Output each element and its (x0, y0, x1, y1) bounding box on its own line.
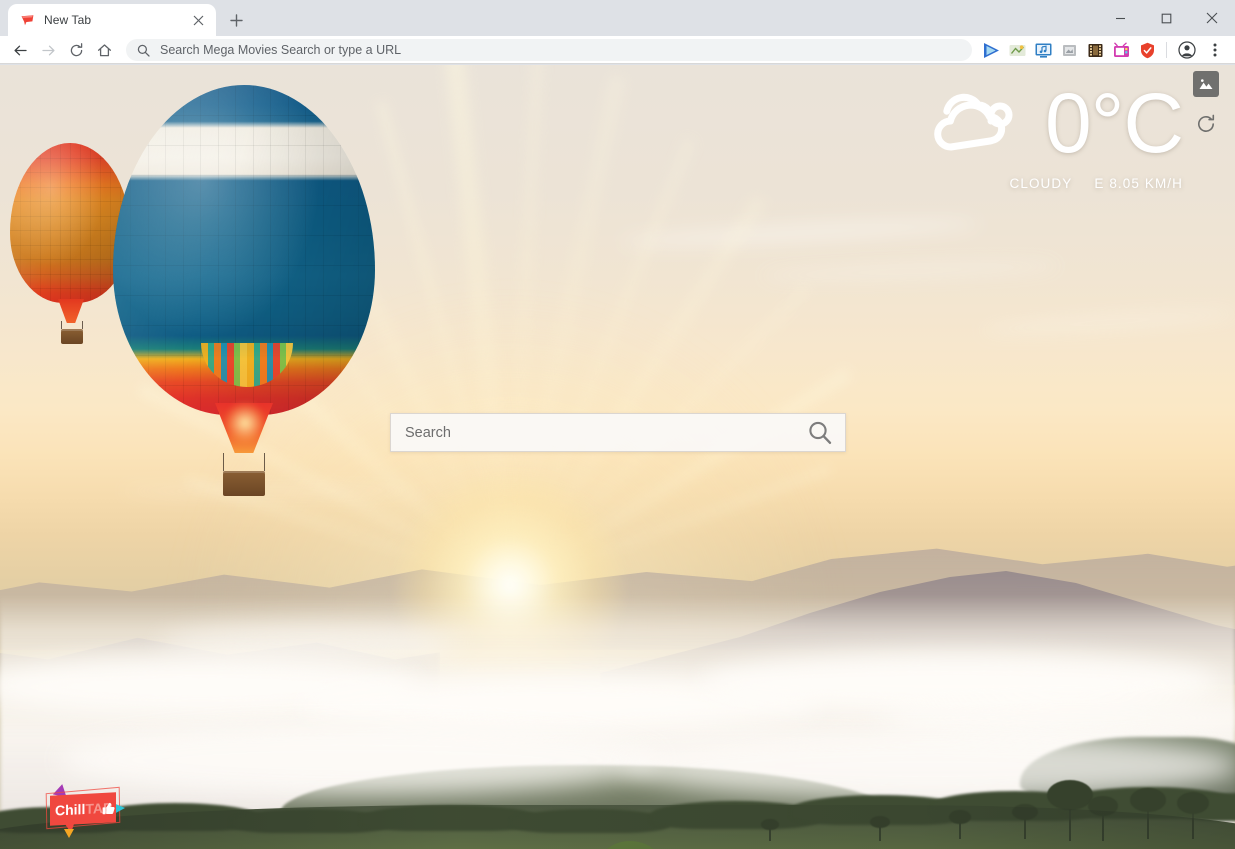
close-button[interactable] (1189, 2, 1235, 34)
close-icon[interactable] (188, 10, 208, 30)
back-arrow-icon[interactable] (6, 36, 34, 64)
new-tab-page: 0°C CLOUDY E 8.05 KM/H Search ChillTAB (0, 65, 1235, 849)
weather-main-row: 0°C (927, 85, 1183, 162)
profile-avatar-icon[interactable] (1173, 36, 1201, 64)
balloon-basket (61, 329, 83, 344)
cloudy-icon (927, 85, 1039, 162)
music-streaming-extension-icon[interactable] (1030, 36, 1056, 64)
foreground-hill-shading (0, 805, 1235, 849)
minimize-button[interactable] (1097, 2, 1143, 34)
weather-details-row: CLOUDY E 8.05 KM/H (927, 176, 1183, 191)
home-icon[interactable] (90, 36, 118, 64)
video-converter-extension-icon[interactable] (1004, 36, 1030, 64)
browser-tab[interactable]: New Tab (8, 4, 216, 36)
weather-wind: E 8.05 KM/H (1094, 176, 1183, 191)
fog-puff (160, 625, 460, 661)
fog-puff (60, 725, 660, 795)
balloon-suspension-lines (223, 453, 265, 471)
search-input[interactable] (405, 425, 805, 441)
new-tab-button[interactable] (222, 6, 250, 34)
address-bar[interactable]: Search Mega Movies Search or type a URL (126, 39, 972, 61)
fog-puff (620, 733, 1235, 799)
extension-icon-row (978, 36, 1160, 64)
maximize-button[interactable] (1143, 2, 1189, 34)
tab-title: New Tab (44, 13, 188, 27)
browser-menu-icon[interactable] (1201, 36, 1229, 64)
balloon-burner-glow (225, 401, 265, 445)
weather-temperature: 0°C (1045, 85, 1183, 162)
refresh-wallpaper-icon[interactable] (1193, 111, 1219, 137)
toolbar-divider-line (0, 63, 1235, 64)
blue-balloon (113, 85, 375, 505)
chilltab-favicon (19, 12, 35, 28)
wallpaper-picker-icon[interactable] (1193, 71, 1219, 97)
search-icon (136, 43, 150, 57)
film-strip-extension-icon[interactable] (1082, 36, 1108, 64)
balloon-suspension-lines (61, 321, 83, 329)
balloon-basket (223, 471, 265, 496)
browser-toolbar: Search Mega Movies Search or type a URL (0, 36, 1235, 64)
screen-capture-extension-icon[interactable] (1056, 36, 1082, 64)
logo-word-chill: Chill (55, 801, 85, 819)
orange-triangle-accent (64, 829, 74, 838)
orange-balloon (10, 143, 130, 393)
balloon-throat (58, 299, 84, 323)
tv-streaming-extension-icon[interactable] (1108, 36, 1134, 64)
magnifier-icon[interactable] (805, 418, 835, 448)
forward-arrow-icon[interactable] (34, 36, 62, 64)
thumbs-up-icon (102, 802, 115, 817)
browser-window: New Tab Search Mega Movies Search or typ… (0, 0, 1235, 849)
security-shield-extension-icon[interactable] (1134, 36, 1160, 64)
chilltab-logo[interactable]: ChillTAB (42, 785, 128, 839)
toolbar-divider (1166, 42, 1167, 58)
media-player-extension-icon[interactable] (978, 36, 1004, 64)
tab-strip: New Tab (0, 0, 1235, 36)
weather-condition: CLOUDY (1009, 176, 1072, 191)
page-tool-column (1193, 71, 1219, 137)
weather-widget: 0°C CLOUDY E 8.05 KM/H (927, 85, 1183, 191)
reload-icon[interactable] (62, 36, 90, 64)
address-bar-placeholder: Search Mega Movies Search or type a URL (160, 43, 401, 57)
balloon-shading (10, 143, 130, 303)
window-controls (1097, 0, 1235, 36)
balloon-envelope (10, 143, 130, 303)
search-box[interactable] (390, 413, 846, 452)
